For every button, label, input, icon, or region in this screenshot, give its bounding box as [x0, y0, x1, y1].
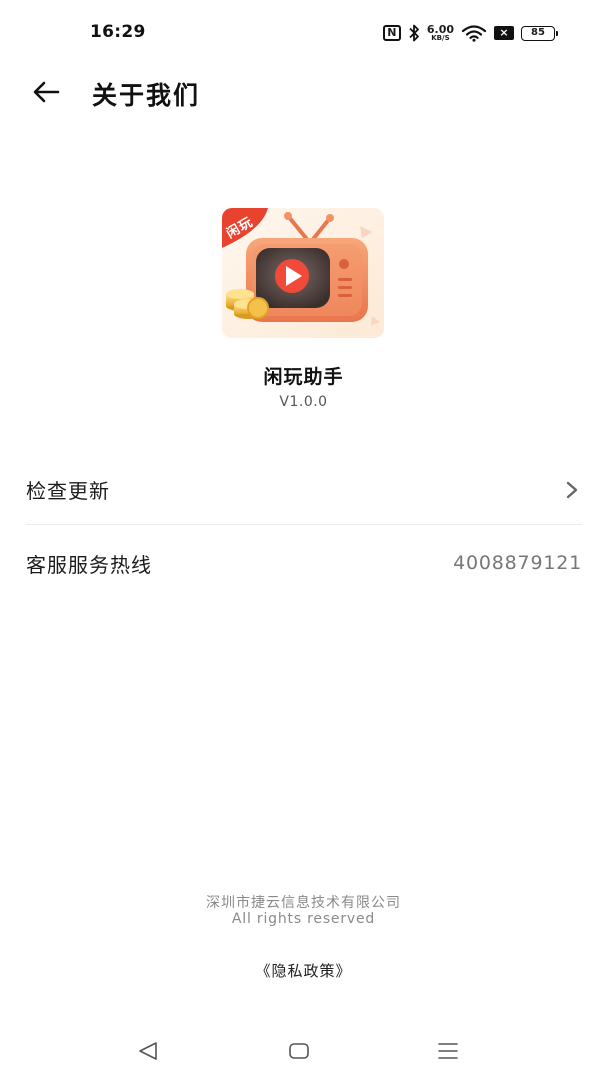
service-hotline-number[interactable]: 4008879121: [453, 552, 582, 574]
status-time: 16:29: [90, 22, 146, 42]
square-home-icon: [289, 1043, 309, 1059]
app-version: V1.0.0: [279, 394, 328, 410]
menu-lines-icon: [438, 1043, 458, 1059]
wifi-icon: [461, 25, 487, 42]
nav-back-button[interactable]: [133, 1038, 163, 1064]
app-name: 闲玩助手: [263, 366, 344, 388]
bluetooth-icon: [409, 24, 419, 42]
nav-home-button[interactable]: [284, 1038, 314, 1064]
nfc-icon: N: [382, 25, 401, 41]
app-header: 关于我们: [0, 64, 607, 120]
company-name: 深圳市捷云信息技术有限公司: [206, 895, 401, 911]
battery-icon: 85: [521, 25, 558, 41]
triangle-back-icon: [139, 1042, 157, 1060]
check-update-row[interactable]: 检查更新: [26, 455, 582, 525]
page-title: 关于我们: [92, 81, 201, 110]
status-bar: 16:29 N 6.00 KB/S × 85: [0, 0, 607, 64]
network-speed: 6.00 KB/S: [427, 24, 454, 42]
sim-card-icon: ×: [494, 26, 514, 40]
network-speed-unit: KB/S: [431, 34, 450, 42]
rights-reserved: All rights reserved: [231, 911, 376, 927]
privacy-policy-link[interactable]: 《隐私政策》: [0, 960, 607, 981]
nav-menu-button[interactable]: [433, 1038, 463, 1064]
status-icons: N 6.00 KB/S × 85: [382, 22, 558, 44]
back-button[interactable]: [28, 74, 64, 110]
check-update-label: 检查更新: [26, 479, 110, 503]
app-logo: 闲玩: [222, 208, 384, 338]
arrow-left-icon: [33, 81, 60, 103]
service-hotline-label: 客服服务热线: [26, 552, 152, 577]
system-nav-bar: [0, 1026, 607, 1080]
service-hotline-row[interactable]: 客服服务热线 4008879121: [26, 528, 582, 598]
chevron-right-icon: [562, 480, 582, 500]
